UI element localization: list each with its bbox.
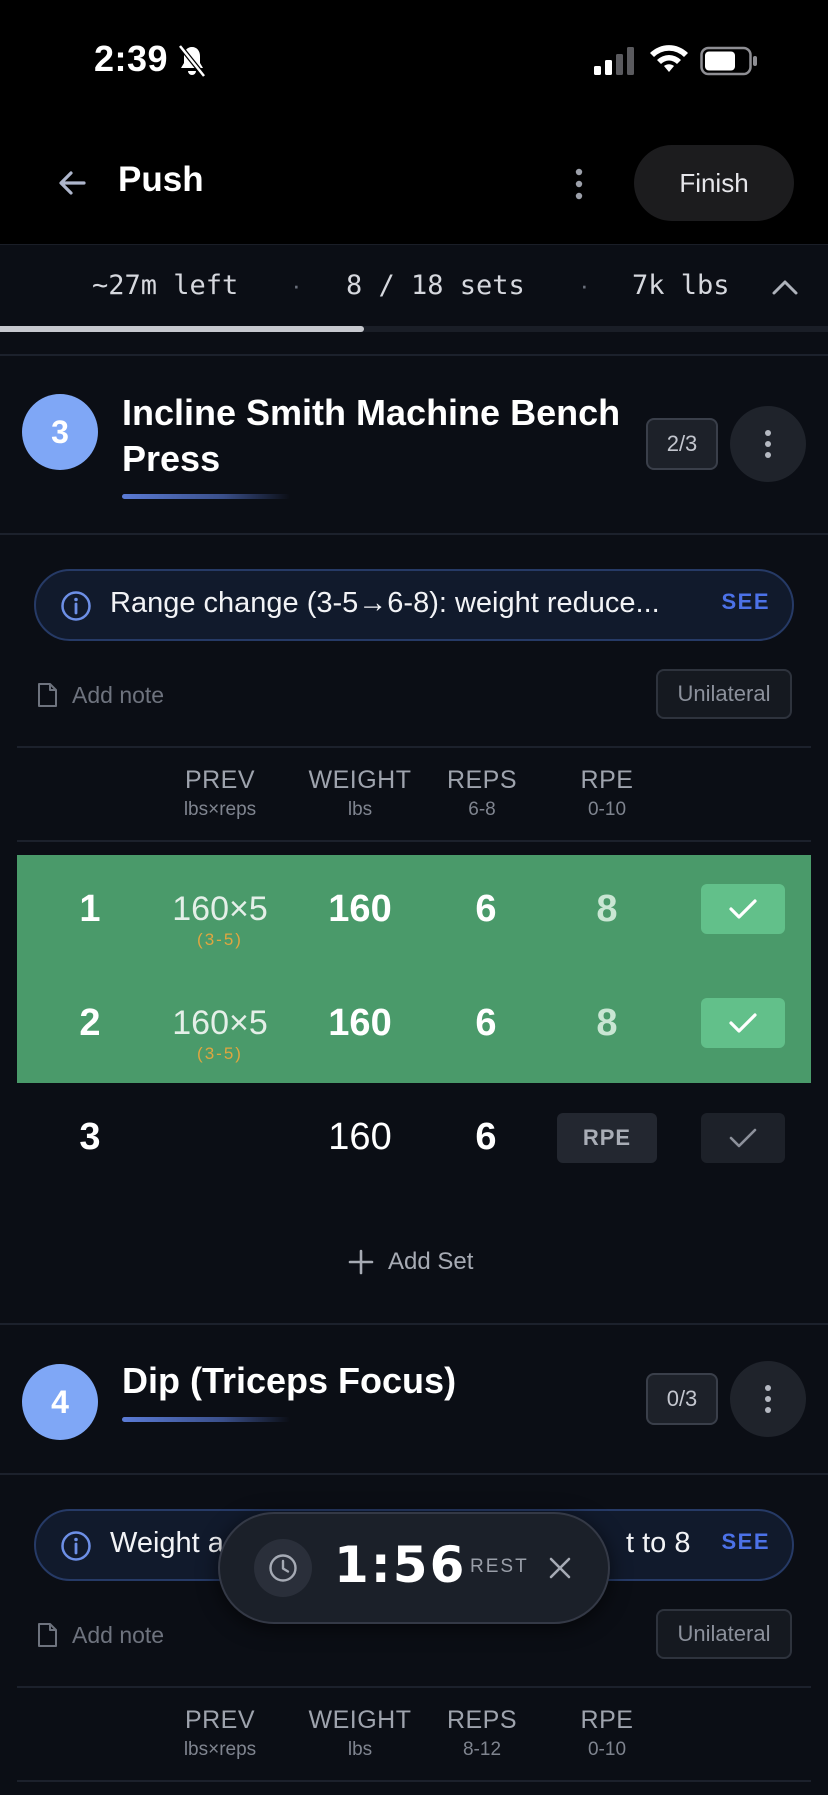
exercise-title[interactable]: Dip (Triceps Focus) <box>122 1358 642 1404</box>
divider <box>17 746 811 748</box>
previous-range: (3-5) <box>197 930 243 949</box>
rpe-input[interactable]: 8 <box>557 888 657 931</box>
column-sub-weight: lbs <box>347 1739 373 1760</box>
separator-dot: · <box>292 270 301 300</box>
weight-input[interactable]: 160 <box>290 888 430 931</box>
battery-icon <box>700 46 757 76</box>
unilateral-toggle[interactable]: Unilateral <box>656 669 792 719</box>
column-header-rpe: RPE <box>580 766 634 794</box>
total-volume: 7k lbs <box>632 270 730 301</box>
column-sub-prev: lbs×reps <box>183 799 257 820</box>
divider <box>0 1323 828 1325</box>
see-link[interactable]: SEE <box>721 1529 770 1555</box>
set-number: 3 <box>79 1116 101 1158</box>
previous-value[interactable]: 160×5 <box>150 890 290 929</box>
wifi-icon <box>650 45 688 72</box>
exercise-number: 4 <box>22 1364 98 1440</box>
rpe-input[interactable]: 8 <box>557 1002 657 1045</box>
reps-input[interactable]: 6 <box>432 1002 540 1045</box>
column-sub-weight: lbs <box>347 799 373 820</box>
time-left: ~27m left <box>92 270 239 301</box>
exercise-number: 3 <box>22 394 98 470</box>
close-icon[interactable] <box>546 1554 574 1582</box>
divider <box>0 1473 828 1475</box>
reps-input[interactable]: 6 <box>432 1116 540 1159</box>
rest-timer-label: REST <box>470 1556 529 1577</box>
back-arrow-icon[interactable] <box>50 164 96 202</box>
previous-value[interactable]: 160×5 <box>150 1004 290 1043</box>
chevron-up-icon[interactable] <box>770 276 800 298</box>
column-header-rpe: RPE <box>580 1706 634 1734</box>
rest-timer-value: 1:56 <box>334 1536 467 1594</box>
add-note[interactable]: Add note <box>72 682 164 709</box>
divider <box>17 840 811 842</box>
checkmark-icon <box>729 1013 757 1033</box>
info-banner[interactable]: Range change (3-5→6-8): weight reduce...… <box>34 569 794 641</box>
column-header-weight: WEIGHT <box>308 1706 412 1734</box>
divider <box>17 1686 811 1688</box>
column-header-weight: WEIGHT <box>308 766 412 794</box>
complete-set-button[interactable] <box>701 998 785 1048</box>
set-number: 2 <box>79 1002 101 1044</box>
column-header-reps: REPS <box>446 766 518 794</box>
note-icon <box>38 683 57 707</box>
add-set-label: Add Set <box>388 1248 474 1275</box>
column-sub-prev: lbs×reps <box>183 1739 257 1760</box>
exercise-title[interactable]: Incline Smith Machine Bench Press <box>122 390 642 482</box>
sets-progress: 8 / 18 sets <box>346 270 525 301</box>
set-number: 1 <box>79 888 101 930</box>
plus-icon <box>348 1249 374 1275</box>
checkmark-icon <box>729 899 757 919</box>
bell-muted-icon <box>178 44 206 78</box>
info-text-start: Weight a <box>110 1527 224 1559</box>
column-header-reps: REPS <box>446 1706 518 1734</box>
exercise-menu-button[interactable] <box>730 406 806 482</box>
sets-badge: 2/3 <box>646 418 718 470</box>
more-vertical-icon <box>765 430 771 458</box>
add-set-button[interactable]: Add Set <box>348 1248 473 1276</box>
reps-input[interactable]: 6 <box>432 888 540 931</box>
column-sub-rpe: 0-10 <box>587 799 627 820</box>
separator-dot: · <box>580 270 589 300</box>
divider <box>0 533 828 535</box>
complete-set-button[interactable] <box>701 1113 785 1163</box>
info-text: Range change (3-5→6-8): weight reduce... <box>110 587 660 619</box>
more-vertical-icon <box>765 1385 771 1413</box>
more-vertical-icon[interactable] <box>564 164 594 204</box>
complete-set-button[interactable] <box>701 884 785 934</box>
previous-range: (3-5) <box>197 1044 243 1063</box>
info-icon <box>61 591 91 621</box>
info-text-end: t to 8 <box>626 1527 691 1559</box>
unilateral-toggle[interactable]: Unilateral <box>656 1609 792 1659</box>
clock-icon <box>269 1554 297 1582</box>
page-title: Push <box>118 160 204 199</box>
column-header-prev: PREV <box>184 1706 256 1734</box>
exercise-underline <box>122 1417 290 1422</box>
timer-icon-button[interactable] <box>254 1539 312 1597</box>
rpe-button[interactable]: RPE <box>557 1113 657 1163</box>
rest-timer[interactable]: 1:56 REST <box>218 1512 610 1624</box>
workout-progress-fill <box>0 326 365 332</box>
checkmark-icon <box>729 1128 757 1148</box>
status-time: 2:39 <box>94 38 169 79</box>
info-icon <box>61 1531 91 1561</box>
finish-button[interactable]: Finish <box>634 145 794 221</box>
note-icon <box>38 1623 57 1647</box>
sets-badge: 0/3 <box>646 1373 718 1425</box>
cellular-signal-icon <box>594 47 634 75</box>
divider <box>17 1780 811 1782</box>
exercise-menu-button[interactable] <box>730 1361 806 1437</box>
weight-input[interactable]: 160 <box>290 1116 430 1159</box>
exercise-underline <box>122 494 290 499</box>
column-sub-reps: 8-12 <box>462 1739 502 1760</box>
column-sub-reps: 6-8 <box>468 799 496 820</box>
see-link[interactable]: SEE <box>721 589 770 615</box>
column-sub-rpe: 0-10 <box>587 1739 627 1760</box>
column-header-prev: PREV <box>184 766 256 794</box>
divider <box>0 354 828 356</box>
weight-input[interactable]: 160 <box>290 1002 430 1045</box>
add-note[interactable]: Add note <box>72 1622 164 1649</box>
